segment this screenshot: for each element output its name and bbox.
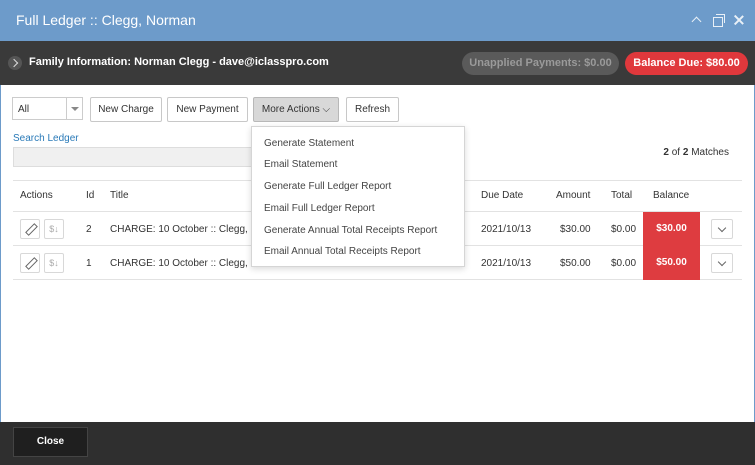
row-total: $0.00 (611, 224, 637, 235)
row-id: 2 (86, 224, 92, 235)
more-actions-menu: Generate Statement Email Statement Gener… (251, 126, 465, 267)
menu-item-generate-statement[interactable]: Generate Statement (264, 138, 354, 149)
menu-item-email-statement[interactable]: Email Statement (264, 159, 337, 170)
footer-bar: Close (0, 422, 755, 465)
header-title: Title (110, 190, 129, 201)
pencil-icon[interactable] (20, 219, 40, 239)
chevron-down-icon[interactable] (711, 253, 733, 273)
filter-value: All (18, 104, 30, 115)
row-balance: $50.00 (643, 246, 700, 280)
search-label: Search Ledger (13, 133, 79, 144)
dollar-icon[interactable]: $↓ (44, 219, 64, 239)
chevron-down-icon[interactable] (711, 219, 733, 239)
header-amount: Amount (556, 190, 591, 201)
header-due-date: Due Date (481, 190, 524, 201)
header-balance: Balance (653, 190, 690, 201)
row-amount: $30.00 (560, 224, 591, 235)
row-balance: $30.00 (643, 212, 700, 246)
unapplied-payments-badge: Unapplied Payments: $0.00 (462, 52, 619, 75)
row-due-date: 2021/10/13 (481, 258, 532, 269)
menu-item-email-full-ledger[interactable]: Email Full Ledger Report (264, 203, 375, 214)
dollar-icon[interactable]: $↓ (44, 253, 64, 273)
title-bar: Full Ledger :: Clegg, Norman (0, 0, 755, 41)
refresh-button[interactable]: Refresh (346, 97, 399, 122)
menu-item-email-annual-receipts[interactable]: Email Annual Total Receipts Report (264, 246, 421, 257)
pencil-icon[interactable] (20, 253, 40, 273)
header-actions: Actions (20, 190, 53, 201)
close-button[interactable]: Close (13, 427, 88, 457)
matches-count: 2 of 2 Matches (663, 147, 729, 158)
search-input[interactable] (13, 147, 258, 167)
row-title: CHARGE: 10 October :: Clegg, Na (110, 224, 264, 235)
new-payment-button[interactable]: New Payment (167, 97, 248, 122)
window-title: Full Ledger :: Clegg, Norman (16, 12, 196, 28)
more-actions-label: More Actions (261, 104, 320, 115)
row-id: 1 (86, 258, 92, 269)
select-arrow-icon (66, 98, 82, 119)
window-controls (691, 14, 745, 27)
header-id: Id (86, 190, 95, 201)
row-amount: $50.00 (560, 258, 591, 269)
header-total: Total (611, 190, 633, 201)
family-info: Family Information: Norman Clegg - dave@… (29, 56, 329, 68)
close-icon[interactable] (733, 14, 745, 26)
row-due-date: 2021/10/13 (481, 224, 532, 235)
row-total: $0.00 (611, 258, 637, 269)
restore-icon[interactable] (712, 14, 725, 27)
balance-due-badge: Balance Due: $80.00 (625, 52, 748, 75)
menu-item-generate-full-ledger[interactable]: Generate Full Ledger Report (264, 181, 391, 192)
chevron-up-icon[interactable] (691, 14, 703, 26)
more-actions-button[interactable]: More Actions ⌵ (253, 97, 339, 122)
chevron-down-icon: ⌵ (319, 104, 331, 115)
left-edge (0, 85, 1, 422)
ledger-filter-select[interactable]: All (12, 97, 83, 120)
row-title: CHARGE: 10 October :: Clegg, No (110, 258, 264, 269)
chevron-right-icon[interactable] (8, 56, 22, 70)
menu-item-generate-annual-receipts[interactable]: Generate Annual Total Receipts Report (264, 225, 437, 236)
family-info-bar: Family Information: Norman Clegg - dave@… (0, 41, 755, 85)
new-charge-button[interactable]: New Charge (90, 97, 162, 122)
